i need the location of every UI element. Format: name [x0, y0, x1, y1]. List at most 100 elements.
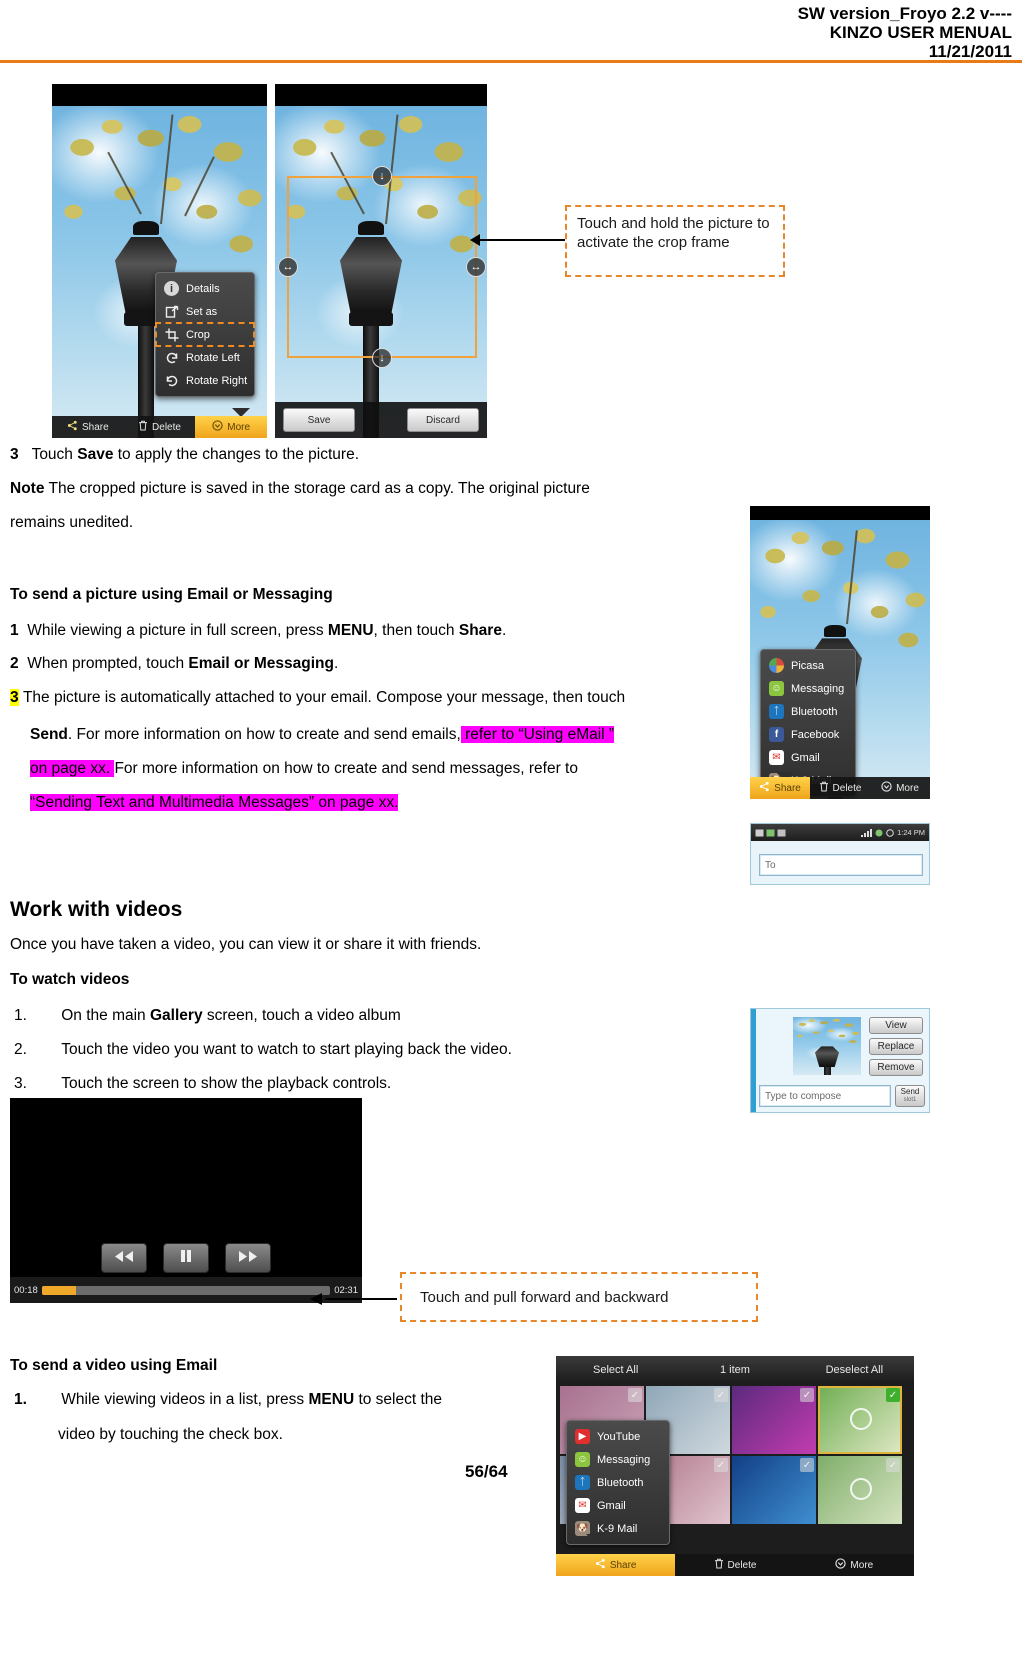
- video-action-bar[interactable]: Share Delete More: [556, 1554, 914, 1576]
- share-target-picasa[interactable]: Picasa: [761, 654, 855, 677]
- share-target-bluetooth[interactable]: ᛏ Bluetooth: [567, 1471, 669, 1494]
- share-target-gmail[interactable]: ✉ Gmail: [567, 1494, 669, 1517]
- seekbar-callout-leader-line: [325, 1298, 397, 1300]
- messaging-icon: ☺: [575, 1452, 590, 1467]
- share-target-label: Bluetooth: [597, 1476, 644, 1489]
- note-line-1: Note The cropped picture is saved in the…: [10, 479, 730, 499]
- share-target-menu[interactable]: Picasa ☺ Messaging ᛏ Bluetooth f Faceboo…: [760, 649, 856, 797]
- page-number: 56/64: [465, 1462, 508, 1482]
- menu-item-set-as[interactable]: Set as: [156, 300, 254, 323]
- video-checkbox[interactable]: ✓: [800, 1458, 814, 1472]
- deselect-all-button[interactable]: Deselect All: [795, 1364, 914, 1376]
- section-heading-send-picture: To send a picture using Email or Messagi…: [10, 585, 333, 605]
- android-status-bar: 1:24 PM: [751, 824, 929, 841]
- share-button[interactable]: Share: [556, 1554, 676, 1576]
- video-thumbnail[interactable]: ✓: [732, 1456, 816, 1524]
- gallery-action-bar[interactable]: Share Delete More: [52, 416, 267, 438]
- watch-step-2: 2. Touch the video you want to watch to …: [14, 1040, 734, 1060]
- delete-button[interactable]: Delete: [675, 1554, 794, 1576]
- crop-handle-bottom[interactable]: ↓: [372, 348, 392, 368]
- delete-button[interactable]: Delete: [810, 777, 870, 799]
- share-label: Share: [609, 1559, 637, 1571]
- more-button[interactable]: More: [795, 1554, 914, 1576]
- mms-send-button[interactable]: Send slot1: [895, 1085, 925, 1107]
- video-thumbnail[interactable]: ✓: [818, 1456, 902, 1524]
- share-icon: [595, 1558, 606, 1572]
- mms-replace-button[interactable]: Replace: [869, 1038, 923, 1055]
- mms-attachment-thumbnail[interactable]: [793, 1017, 861, 1075]
- rewind-icon: [114, 1250, 134, 1267]
- gmail-icon: ✉: [575, 1498, 590, 1513]
- crop-discard-button[interactable]: Discard: [407, 408, 479, 432]
- share-target-bluetooth[interactable]: ᛏ Bluetooth: [761, 700, 855, 723]
- step-number: 3: [10, 446, 19, 463]
- share-target-messaging[interactable]: ☺ Messaging: [761, 677, 855, 700]
- figure-video-player: 00:18 02:31: [10, 1098, 362, 1303]
- video-checkbox[interactable]: ✓: [800, 1388, 814, 1402]
- select-all-button[interactable]: Select All: [556, 1364, 675, 1376]
- menu-item-details[interactable]: i Details: [156, 277, 254, 300]
- crop-save-label: Save: [307, 414, 331, 426]
- video-checkbox[interactable]: ✓: [886, 1458, 900, 1472]
- menu-item-rotate-right[interactable]: Rotate Right: [156, 369, 254, 392]
- share-keyword: Share: [458, 622, 502, 639]
- gallery-more-menu[interactable]: i Details Set as Crop Rotate Left Rotate…: [155, 272, 255, 397]
- share-target-label: Messaging: [791, 682, 845, 695]
- video-thumbnail[interactable]: ✓: [732, 1386, 816, 1454]
- share-target-messaging[interactable]: ☺ Messaging: [567, 1448, 669, 1471]
- step-number: 2.: [14, 1041, 27, 1058]
- share-target-youtube[interactable]: ▶ YouTube: [567, 1425, 669, 1448]
- crop-handle-left[interactable]: ↔: [278, 257, 298, 277]
- work-intro-text: Once you have taken a video, you can vie…: [10, 935, 740, 955]
- mms-compose-field[interactable]: Type to compose: [759, 1085, 891, 1107]
- video-share-menu[interactable]: ▶ YouTube ☺ Messaging ᛏ Bluetooth ✉ Gmai…: [566, 1420, 670, 1545]
- video-seek-track[interactable]: [41, 1285, 331, 1295]
- share-icon: [67, 420, 78, 434]
- menu-item-label: Details: [186, 282, 220, 295]
- video-selection-toolbar[interactable]: Select All 1 item Deselect All: [556, 1356, 914, 1383]
- signal-icon: [861, 828, 873, 837]
- pause-button[interactable]: [163, 1243, 209, 1273]
- delete-button[interactable]: Delete: [124, 416, 196, 438]
- facebook-icon: f: [769, 727, 784, 742]
- alarm-icon: [886, 828, 894, 837]
- section-heading-text: To send a picture using Email or Messagi…: [10, 586, 333, 603]
- menu-item-rotate-left[interactable]: Rotate Left: [156, 346, 254, 369]
- crop-handle-top[interactable]: ↓: [372, 166, 392, 186]
- step-text: Touch the screen to show the playback co…: [61, 1075, 392, 1092]
- video-thumbnail-selected[interactable]: ✓: [818, 1386, 902, 1454]
- email-to-field[interactable]: To: [759, 854, 923, 876]
- share-target-facebook[interactable]: f Facebook: [761, 723, 855, 746]
- share-target-gmail[interactable]: ✉ Gmail: [761, 746, 855, 769]
- gallery-action-bar[interactable]: Share Delete More: [750, 777, 930, 799]
- video-checkbox[interactable]: ✓: [714, 1458, 728, 1472]
- video-playback-controls[interactable]: [10, 1243, 362, 1273]
- video-checkbox[interactable]: ✓: [714, 1388, 728, 1402]
- menu-item-crop[interactable]: Crop: [155, 322, 255, 347]
- step-number: 3.: [14, 1075, 27, 1092]
- more-button[interactable]: More: [195, 416, 267, 438]
- crop-save-button[interactable]: Save: [283, 408, 355, 432]
- header-sw-version: SW version_Froyo 2.2 v----: [797, 4, 1012, 23]
- share-target-k9mail[interactable]: 🐶 K-9 Mail: [567, 1517, 669, 1540]
- heading-send-video-email: To send a video using Email: [10, 1356, 217, 1376]
- fastforward-button[interactable]: [225, 1243, 271, 1273]
- share-button[interactable]: Share: [750, 777, 810, 799]
- share-button[interactable]: Share: [52, 416, 124, 438]
- highlighted-reference-2: on page xx.: [30, 760, 115, 777]
- crop-handle-right[interactable]: ↔: [466, 257, 486, 277]
- heading-work-with-videos: Work with videos: [10, 898, 182, 922]
- step-number: 1: [10, 622, 19, 639]
- share-target-label: YouTube: [597, 1430, 641, 1443]
- status-clock: 1:24 PM: [897, 828, 925, 837]
- rewind-button[interactable]: [101, 1243, 147, 1273]
- share-target-label: Picasa: [791, 659, 825, 672]
- mms-remove-button[interactable]: Remove: [869, 1059, 923, 1076]
- video-checkbox-checked[interactable]: ✓: [886, 1388, 900, 1402]
- crop-selection-rectangle[interactable]: [287, 176, 477, 358]
- selection-count: 1 item: [675, 1364, 794, 1376]
- bluetooth-icon: ᛏ: [575, 1475, 590, 1490]
- video-checkbox[interactable]: ✓: [628, 1388, 642, 1402]
- mms-view-button[interactable]: View: [869, 1017, 923, 1034]
- more-button[interactable]: More: [870, 777, 930, 799]
